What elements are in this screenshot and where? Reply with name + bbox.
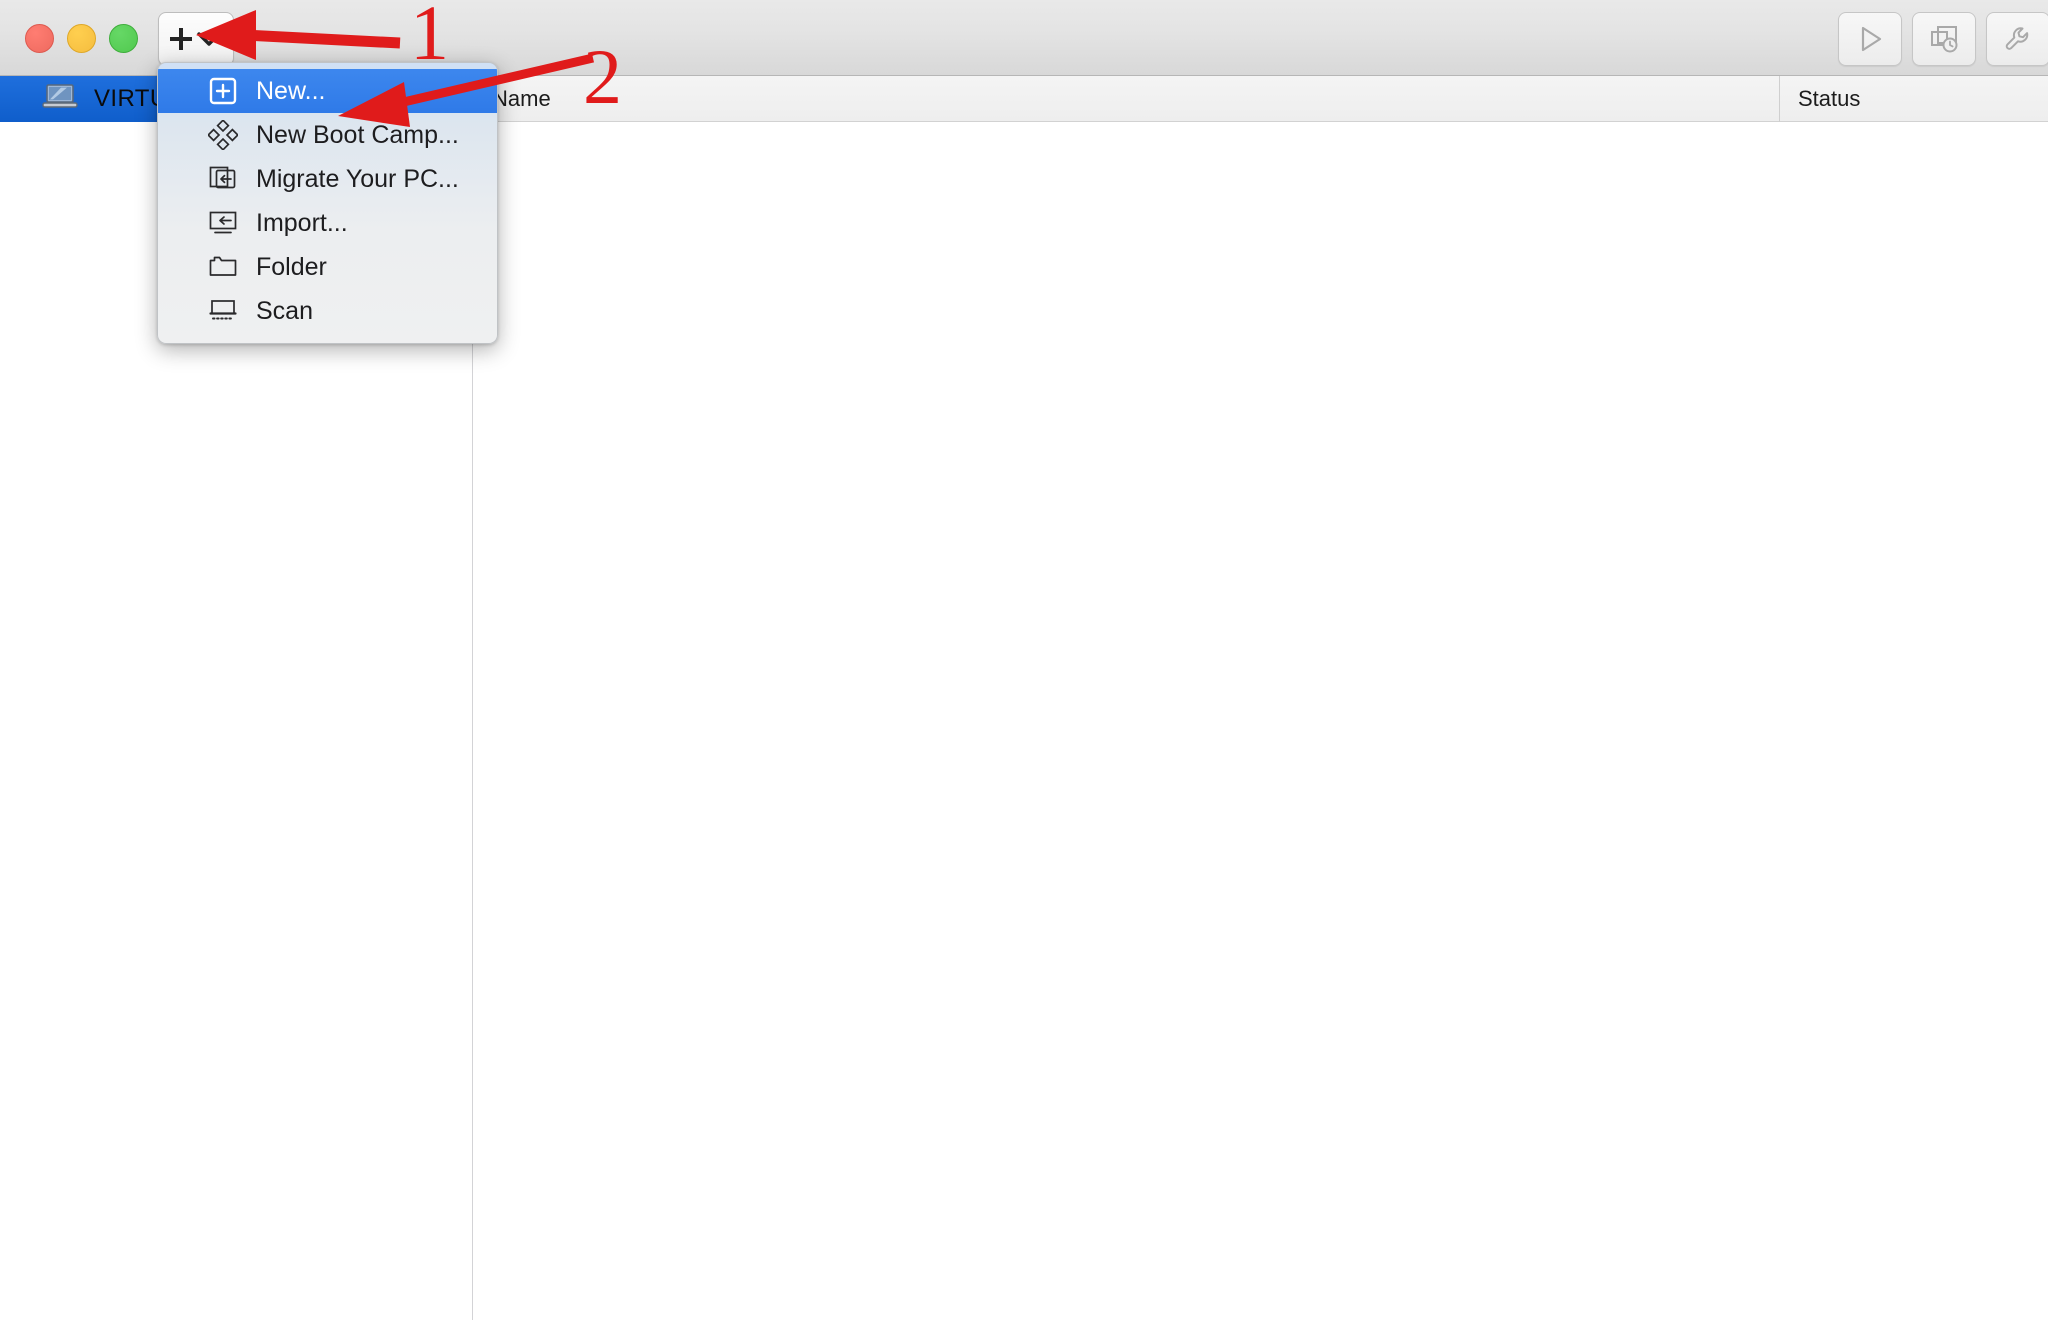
vm-list-pane: Name Status: [474, 76, 2048, 1320]
chevron-down-icon: [197, 32, 221, 46]
settings-button[interactable]: [1986, 12, 2048, 66]
window-maximize-button[interactable]: [109, 24, 138, 53]
migrate-pc-icon: [206, 162, 240, 196]
menu-item-new[interactable]: New...: [158, 69, 497, 113]
menu-item-label: New Boot Camp...: [256, 120, 459, 149]
laptop-icon: [42, 83, 78, 116]
menu-item-migrate-your-pc[interactable]: Migrate Your PC...: [158, 157, 497, 201]
column-header-status[interactable]: Status: [1779, 76, 1860, 122]
add-dropdown-menu: New... New Boot Camp... Migrate Your PC.…: [157, 62, 498, 344]
menu-item-label: Folder: [256, 252, 327, 281]
window-minimize-button[interactable]: [67, 24, 96, 53]
list-column-headers: Name Status: [474, 76, 2048, 122]
plus-icon: [170, 28, 192, 50]
scan-icon: [206, 294, 240, 328]
import-display-icon: [206, 206, 240, 240]
menu-item-folder[interactable]: Folder: [158, 245, 497, 289]
wrench-icon: [2005, 27, 2029, 50]
plus-box-icon: [206, 74, 240, 108]
play-icon: [1861, 26, 1882, 52]
menu-item-import[interactable]: Import...: [158, 201, 497, 245]
boot-camp-diamond-icon: [206, 118, 240, 152]
play-button[interactable]: [1838, 12, 1902, 66]
add-vm-button[interactable]: [158, 12, 234, 66]
folder-icon: [206, 250, 240, 284]
menu-item-label: Scan: [256, 296, 313, 325]
menu-item-scan[interactable]: Scan: [158, 289, 497, 333]
menu-item-label: New...: [256, 76, 326, 105]
snapshot-clock-icon: [1931, 26, 1958, 53]
menu-item-label: Import...: [256, 208, 348, 237]
menu-item-label: Migrate Your PC...: [256, 164, 459, 193]
window-close-button[interactable]: [25, 24, 54, 53]
menu-item-new-boot-camp[interactable]: New Boot Camp...: [158, 113, 497, 157]
snapshot-button[interactable]: [1912, 12, 1976, 66]
column-header-name[interactable]: Name: [492, 76, 551, 122]
